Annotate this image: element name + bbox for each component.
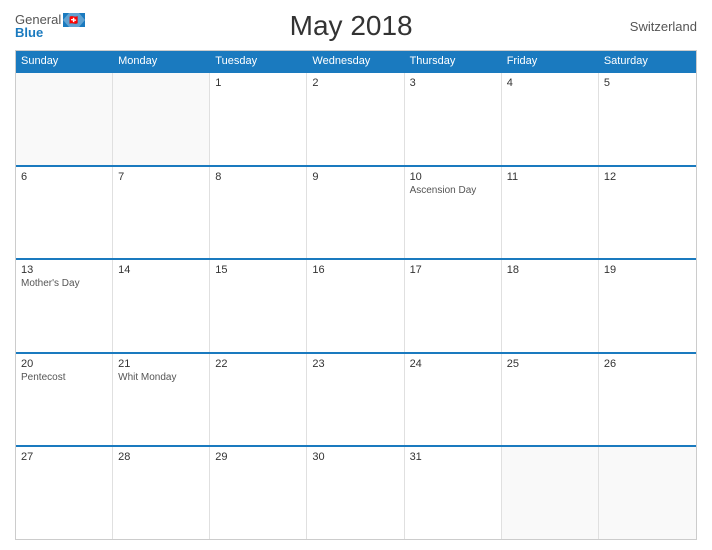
- cal-cell-4-2: 29: [210, 447, 307, 539]
- cal-cell-1-3: 9: [307, 167, 404, 259]
- cal-header-friday: Friday: [502, 51, 599, 71]
- day-number: 4: [507, 77, 593, 89]
- calendar-title: May 2018: [85, 10, 617, 42]
- logo-flag-icon: 🇨🇭: [63, 13, 85, 27]
- cal-cell-2-4: 17: [405, 260, 502, 352]
- cal-cell-4-5: [502, 447, 599, 539]
- cal-cell-2-2: 15: [210, 260, 307, 352]
- day-number: 1: [215, 77, 301, 89]
- cal-event: Ascension Day: [410, 185, 496, 196]
- cal-cell-1-1: 7: [113, 167, 210, 259]
- cal-cell-0-5: 4: [502, 73, 599, 165]
- page: General 🇨🇭 Blue May 2018 Switzerland Sun…: [0, 0, 712, 550]
- cal-cell-1-0: 6: [16, 167, 113, 259]
- day-number: 18: [507, 264, 593, 276]
- day-number: 15: [215, 264, 301, 276]
- cal-week-0: 12345: [16, 71, 696, 165]
- cal-cell-3-5: 25: [502, 354, 599, 446]
- day-number: 9: [312, 171, 398, 183]
- cal-week-3: 20 Pentecost 21 Whit Monday 22 23 24 25 26: [16, 352, 696, 446]
- cal-cell-3-4: 24: [405, 354, 502, 446]
- cal-header-saturday: Saturday: [599, 51, 696, 71]
- logo-blue-label: Blue: [15, 25, 43, 40]
- day-number: 7: [118, 171, 204, 183]
- cal-cell-2-6: 19: [599, 260, 696, 352]
- cal-cell-4-6: [599, 447, 696, 539]
- cal-cell-3-6: 26: [599, 354, 696, 446]
- day-number: 28: [118, 451, 204, 463]
- day-number: 26: [604, 358, 691, 370]
- day-number: 2: [312, 77, 398, 89]
- day-number: 17: [410, 264, 496, 276]
- cal-cell-1-4: 10 Ascension Day: [405, 167, 502, 259]
- header: General 🇨🇭 Blue May 2018 Switzerland: [15, 10, 697, 42]
- day-number: 8: [215, 171, 301, 183]
- cal-event: Pentecost: [21, 372, 107, 383]
- cal-event: Mother's Day: [21, 278, 107, 289]
- cal-cell-2-1: 14: [113, 260, 210, 352]
- cal-header-wednesday: Wednesday: [307, 51, 404, 71]
- cal-cell-0-4: 3: [405, 73, 502, 165]
- cal-cell-2-5: 18: [502, 260, 599, 352]
- cal-cell-1-2: 8: [210, 167, 307, 259]
- cal-cell-0-3: 2: [307, 73, 404, 165]
- day-number: 25: [507, 358, 593, 370]
- day-number: 29: [215, 451, 301, 463]
- cal-week-4: 27 28 29 30 31: [16, 445, 696, 539]
- cal-cell-4-0: 27: [16, 447, 113, 539]
- day-number: 3: [410, 77, 496, 89]
- svg-text:🇨🇭: 🇨🇭: [69, 14, 80, 25]
- day-number: 27: [21, 451, 107, 463]
- day-number: 22: [215, 358, 301, 370]
- cal-week-2: 13 Mother's Day 14 15 16 17 18 19: [16, 258, 696, 352]
- calendar: SundayMondayTuesdayWednesdayThursdayFrid…: [15, 50, 697, 540]
- cal-cell-0-2: 1: [210, 73, 307, 165]
- day-number: 30: [312, 451, 398, 463]
- day-number: 24: [410, 358, 496, 370]
- cal-header-thursday: Thursday: [405, 51, 502, 71]
- day-number: 6: [21, 171, 107, 183]
- day-number: 12: [604, 171, 691, 183]
- cal-cell-4-1: 28: [113, 447, 210, 539]
- day-number: 23: [312, 358, 398, 370]
- cal-header-tuesday: Tuesday: [210, 51, 307, 71]
- day-number: 20: [21, 358, 107, 370]
- day-number: 13: [21, 264, 107, 276]
- cal-cell-4-3: 30: [307, 447, 404, 539]
- cal-cell-3-1: 21 Whit Monday: [113, 354, 210, 446]
- day-number: 10: [410, 171, 496, 183]
- cal-cell-2-0: 13 Mother's Day: [16, 260, 113, 352]
- cal-week-1: 6789 10 Ascension Day 11 12: [16, 165, 696, 259]
- cal-cell-0-1: [113, 73, 210, 165]
- cal-event: Whit Monday: [118, 372, 204, 383]
- day-number: 14: [118, 264, 204, 276]
- cal-cell-2-3: 16: [307, 260, 404, 352]
- cal-header-sunday: Sunday: [16, 51, 113, 71]
- cal-cell-0-0: [16, 73, 113, 165]
- day-number: 11: [507, 171, 593, 183]
- cal-cell-3-2: 22: [210, 354, 307, 446]
- cal-header-monday: Monday: [113, 51, 210, 71]
- day-number: 31: [410, 451, 496, 463]
- cal-cell-4-4: 31: [405, 447, 502, 539]
- country-label: Switzerland: [617, 19, 697, 34]
- cal-cell-1-5: 11: [502, 167, 599, 259]
- day-number: 16: [312, 264, 398, 276]
- day-number: 5: [604, 77, 691, 89]
- day-number: 21: [118, 358, 204, 370]
- cal-cell-3-3: 23: [307, 354, 404, 446]
- calendar-header-row: SundayMondayTuesdayWednesdayThursdayFrid…: [16, 51, 696, 71]
- logo: General 🇨🇭 Blue: [15, 12, 85, 40]
- cal-cell-1-6: 12: [599, 167, 696, 259]
- day-number: 19: [604, 264, 691, 276]
- calendar-body: 12345678910Ascension Day111213Mother's D…: [16, 71, 696, 539]
- cal-cell-3-0: 20 Pentecost: [16, 354, 113, 446]
- cal-cell-0-6: 5: [599, 73, 696, 165]
